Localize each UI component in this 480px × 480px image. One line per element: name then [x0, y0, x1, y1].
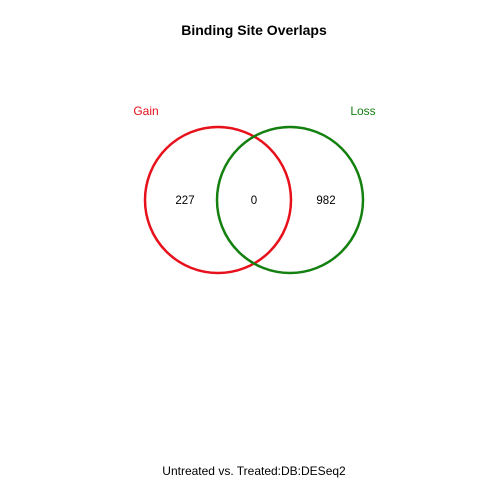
- diagram-subtitle: Untreated vs. Treated:DB:DESeq2: [162, 464, 346, 478]
- gain-only-count: 227: [175, 195, 194, 207]
- loss-only-count: 982: [316, 195, 335, 207]
- overlap-count: 0: [251, 195, 257, 207]
- venn-diagram-canvas: Binding Site Overlaps Gain Loss 227 0 98…: [0, 0, 480, 480]
- loss-set-label: Loss: [350, 104, 375, 118]
- diagram-title: Binding Site Overlaps: [181, 22, 327, 38]
- venn-diagram: Binding Site Overlaps Gain Loss 227 0 98…: [133, 22, 375, 478]
- gain-set-label: Gain: [133, 104, 158, 118]
